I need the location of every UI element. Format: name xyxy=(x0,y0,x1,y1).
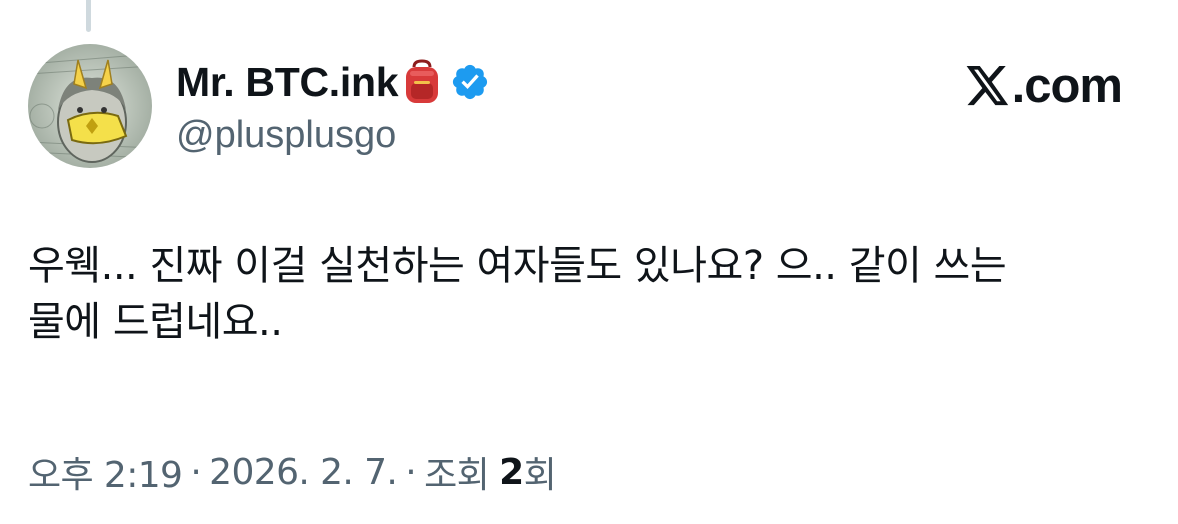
views-suffix: 회 xyxy=(523,455,557,496)
x-logo-icon xyxy=(966,66,1010,106)
tweet-text-line: 우웩... 진짜 이걸 실천하는 여자들도 있나요? 으.. 같이 쓰는 xyxy=(28,243,1007,289)
author-display-name[interactable]: Mr. BTC.ink xyxy=(176,56,399,108)
separator-dot: · xyxy=(405,451,417,493)
separator-dot: · xyxy=(190,451,202,493)
views-count[interactable]: 2 xyxy=(499,452,524,493)
backpack-icon xyxy=(402,59,442,105)
tweet-metadata: 오후 2:19 · 2026. 2. 7. · 조회 2 회 xyxy=(28,446,557,498)
thread-connector-line xyxy=(86,0,91,32)
avatar[interactable] xyxy=(28,44,152,168)
avatar-image xyxy=(28,44,152,168)
tweet-body: 우웩... 진짜 이걸 실천하는 여자들도 있나요? 으.. 같이 쓰는 물에 … xyxy=(28,238,1138,350)
x-com-logo[interactable]: .com xyxy=(966,59,1123,113)
author-handle[interactable]: @plusplusgo xyxy=(176,112,490,158)
tweet-time[interactable]: 오후 2:19 xyxy=(28,446,183,498)
verified-badge-icon[interactable] xyxy=(450,62,490,102)
views-label: 조회 xyxy=(424,455,490,496)
logo-domain-text: .com xyxy=(1011,59,1123,113)
tweet-date[interactable]: 2026. 2. 7. xyxy=(209,452,398,493)
tweet-text-line: 물에 드럽네요.. xyxy=(28,299,283,345)
